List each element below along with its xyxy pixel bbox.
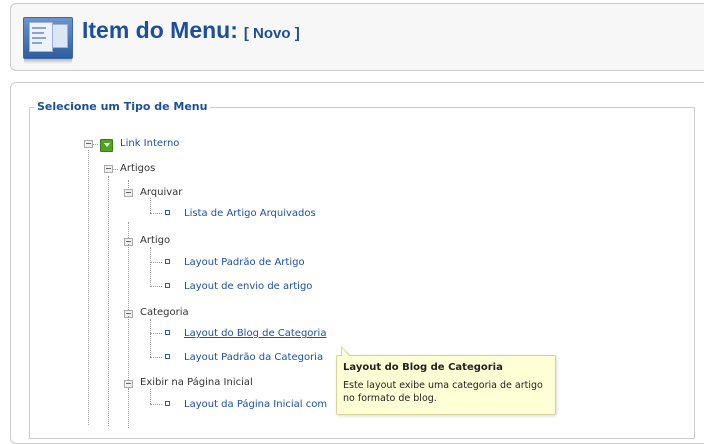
collapse-link-interno-icon[interactable] — [84, 140, 93, 148]
tree-connector — [150, 404, 162, 405]
menu-item-icon — [23, 17, 73, 64]
tree-item-lista-artigos-arquivados[interactable]: Lista de Artigo Arquivados — [184, 208, 316, 219]
tree-connector — [108, 176, 109, 426]
tree-item-artigo: Artigo — [140, 235, 171, 246]
tree-connector — [150, 213, 162, 214]
tree-item-layout-padrao-categoria[interactable]: Layout Padrão da Categoria — [184, 352, 323, 363]
tree-connector — [88, 150, 89, 425]
collapse-arquivar-icon[interactable] — [124, 189, 133, 197]
page-title-text: Item do Menu: — [82, 17, 238, 43]
tree-item-exibir-pagina-inicial: Exibir na Página Inicial — [140, 377, 253, 388]
tree-connector — [150, 389, 151, 404]
bullet-icon — [165, 283, 170, 288]
tree-connector — [128, 244, 129, 312]
tree-connector — [128, 388, 129, 428]
tree-connector — [150, 247, 151, 287]
green-dropdown-icon — [100, 139, 113, 152]
tree-connector — [150, 333, 162, 334]
bullet-icon — [165, 210, 170, 215]
tree-connector — [150, 198, 151, 213]
tree-item-layout-padrao-artigo[interactable]: Layout Padrão de Artigo — [184, 257, 305, 268]
bullet-icon — [165, 401, 170, 406]
tree-connector — [150, 262, 162, 263]
tree-connector — [150, 319, 151, 357]
tooltip-title: Layout do Blog de Categoria — [343, 362, 503, 373]
tree-item-layout-blog-categoria[interactable]: Layout do Blog de Categoria — [184, 328, 326, 339]
tree-item-arquivar: Arquivar — [140, 187, 183, 198]
tree-item-layout-pagina-inicial[interactable]: Layout da Página Inicial com — [184, 399, 327, 410]
bullet-icon — [165, 354, 170, 359]
tree-connector — [128, 316, 129, 382]
tree-item-link-interno[interactable]: Link Interno — [120, 138, 179, 149]
bullet-icon — [165, 259, 170, 264]
tree-item-artigos: Artigos — [120, 163, 156, 174]
bullet-icon — [165, 330, 170, 335]
tree-connector — [150, 357, 162, 358]
collapse-artigos-icon[interactable] — [104, 165, 113, 173]
tree-connector — [150, 286, 162, 287]
fieldset-legend: Selecione um Tipo de Menu — [34, 100, 211, 113]
tree-item-layout-envio-artigo[interactable]: Layout de envio de artigo — [184, 281, 312, 292]
tooltip: Layout do Blog de Categoria Este layout … — [336, 346, 556, 415]
collapse-pagina-inicial-icon[interactable] — [124, 380, 133, 388]
tree-item-categoria: Categoria — [140, 307, 189, 318]
tooltip-body: Este layout exibe uma categoria de artig… — [343, 380, 543, 404]
page-title-status: [ Novo ] — [243, 25, 300, 42]
page-title: Item do Menu: [ Novo ] — [82, 17, 300, 44]
